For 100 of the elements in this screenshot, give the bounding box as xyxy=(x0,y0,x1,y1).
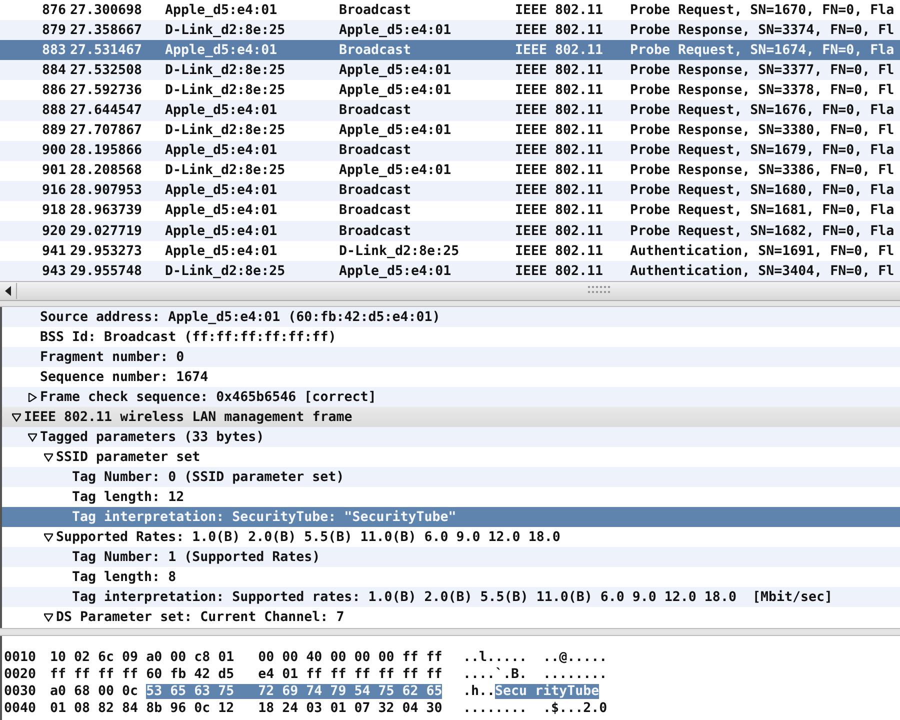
packet-destination: D-Link_d2:8e:25 xyxy=(339,244,460,259)
packet-source: Apple_d5:e4:01 xyxy=(165,224,278,239)
packet-destination: Apple_d5:e4:01 xyxy=(339,22,452,38)
tree-item[interactable]: Tag interpretation: Supported rates: 1.0(B) 2.0(B) 5.5(B) 11.0(B) 6.0 9.0 12.0 18.0 [Mbit/sec] xyxy=(2,587,900,608)
tree-item[interactable]: Fragment number: 0 xyxy=(2,347,900,368)
hex-offset: 0010 xyxy=(4,650,38,666)
packet-source: D-Link_d2:8e:25 xyxy=(165,82,286,98)
packet-info: Probe Request, SN=1680, FN=0, Fla xyxy=(630,183,894,198)
packet-source: D-Link_d2:8e:25 xyxy=(165,62,286,78)
packet-time: 28.963739 xyxy=(70,203,142,218)
packet-row[interactable]: 888 27.644547 Apple_d5:e4:01 Broadcast IEEE 802.11 Probe Request, SN=1676, FN=0, Fla xyxy=(0,100,900,121)
ascii-text: ........ .$...2.0 xyxy=(463,701,608,716)
hex-offset: 0040 xyxy=(4,701,38,716)
packet-info: Probe Request, SN=1670, FN=0, Fla xyxy=(630,2,894,18)
packet-protocol: IEEE 802.11 xyxy=(515,244,604,259)
expander-icon[interactable] xyxy=(44,452,53,462)
packet-row[interactable]: 943 29.955748 D-Link_d2:8e:25 Apple_d5:e4:01 IEEE 802.11 Authentication, SN=3404, FN=0, Fl xyxy=(0,261,900,282)
packet-protocol: IEEE 802.11 xyxy=(515,82,604,98)
tree-item[interactable]: Source address: Apple_d5:e4:01 (60:fb:42:d5:e4:01) xyxy=(2,307,900,328)
packet-time: 29.027719 xyxy=(70,224,142,239)
tree-item[interactable]: Frame check sequence: 0x465b6546 [correct] xyxy=(2,387,900,408)
packet-destination: Broadcast xyxy=(339,103,412,118)
packet-time: 27.644547 xyxy=(70,103,142,118)
horizontal-scrollbar[interactable] xyxy=(0,281,900,302)
packet-time: 27.358667 xyxy=(70,22,142,38)
tree-item[interactable]: Tag Number: 0 (SSID parameter set) xyxy=(2,467,900,488)
packet-number: 918 xyxy=(42,203,66,218)
packet-source: Apple_d5:e4:01 xyxy=(165,2,278,18)
packet-time: 28.907953 xyxy=(70,183,142,198)
packet-protocol: IEEE 802.11 xyxy=(515,42,604,58)
ascii-text: Secu rityTube xyxy=(495,684,600,700)
tree-item[interactable]: Tag interpretation: SecurityTube: "SecurityTube" xyxy=(2,507,900,528)
packet-time: 27.532508 xyxy=(70,62,142,78)
packet-number: 879 xyxy=(42,22,66,38)
packet-row[interactable]: 916 28.907953 Apple_d5:e4:01 Broadcast IEEE 802.11 Probe Request, SN=1680, FN=0, Fla xyxy=(0,180,900,201)
packet-destination: Apple_d5:e4:01 xyxy=(339,62,452,78)
ascii-text: ..l..... ..@..... xyxy=(463,650,608,666)
packet-row[interactable]: 884 27.532508 D-Link_d2:8e:25 Apple_d5:e4:01 IEEE 802.11 Probe Response, SN=3377, FN=0, Fl xyxy=(0,60,900,80)
tree-item[interactable]: Tagged parameters (33 bytes) xyxy=(2,427,900,448)
packet-info: Probe Request, SN=1682, FN=0, Fla xyxy=(630,224,894,239)
packet-time: 27.531467 xyxy=(70,42,142,58)
packet-source: D-Link_d2:8e:25 xyxy=(165,123,286,138)
packet-number: 876 xyxy=(42,2,66,18)
tree-item[interactable]: Tag Number: 1 (Supported Rates) xyxy=(2,547,900,568)
packet-destination: Apple_d5:e4:01 xyxy=(339,264,452,279)
packet-destination: Broadcast xyxy=(339,203,412,218)
packet-destination: Broadcast xyxy=(339,143,412,158)
packet-time: 28.208568 xyxy=(70,163,142,178)
packet-source: Apple_d5:e4:01 xyxy=(165,42,278,58)
packet-info: Probe Response, SN=3380, FN=0, Fl xyxy=(630,123,894,138)
packet-protocol: IEEE 802.11 xyxy=(515,183,604,198)
packet-row[interactable]: 883 27.531467 Apple_d5:e4:01 Broadcast IEEE 802.11 Probe Request, SN=1674, FN=0, Fla xyxy=(0,40,900,60)
ascii-text: .h.. xyxy=(463,684,496,700)
tree-item[interactable]: IEEE 802.11 wireless LAN management frame xyxy=(2,407,900,428)
packet-protocol: IEEE 802.11 xyxy=(515,143,604,158)
packet-destination: Apple_d5:e4:01 xyxy=(339,163,452,178)
packet-number: 889 xyxy=(42,123,66,138)
left-arrow-icon[interactable] xyxy=(4,286,12,296)
packet-info: Probe Request, SN=1681, FN=0, Fla xyxy=(630,203,894,218)
packet-time: 27.707867 xyxy=(70,123,142,138)
packet-protocol: IEEE 802.11 xyxy=(515,203,604,218)
packet-destination: Broadcast xyxy=(339,224,412,239)
packet-source: Apple_d5:e4:01 xyxy=(165,244,278,259)
expander-icon[interactable] xyxy=(28,432,37,442)
packet-row[interactable]: 879 27.358667 D-Link_d2:8e:25 Apple_d5:e4:01 IEEE 802.11 Probe Response, SN=3374, FN=0, Fl xyxy=(0,20,900,40)
hex-offset: 0020 xyxy=(4,667,38,682)
packet-protocol: IEEE 802.11 xyxy=(515,264,604,279)
packet-row[interactable]: 886 27.592736 D-Link_d2:8e:25 Apple_d5:e4:01 IEEE 802.11 Probe Response, SN=3378, FN=0, Fl xyxy=(0,80,900,100)
packet-info: Probe Response, SN=3386, FN=0, Fl xyxy=(630,163,894,178)
hex-bytes: 53 65 63 75 72 69 74 79 54 75 62 65 xyxy=(146,684,442,700)
packet-time: 29.955748 xyxy=(70,264,142,279)
packet-source: D-Link_d2:8e:25 xyxy=(165,22,286,38)
packet-source: Apple_d5:e4:01 xyxy=(165,103,278,118)
packet-number: 916 xyxy=(42,183,66,198)
packet-source: D-Link_d2:8e:25 xyxy=(165,163,286,178)
packet-info: Probe Response, SN=3378, FN=0, Fl xyxy=(630,82,894,98)
packet-source: Apple_d5:e4:01 xyxy=(165,203,278,218)
packet-info: Authentication, SN=1691, FN=0, Fl xyxy=(630,244,894,259)
expander-icon[interactable] xyxy=(12,412,21,422)
expander-icon[interactable] xyxy=(28,392,37,402)
packet-number: 900 xyxy=(42,143,66,158)
hex-bytes: 01 08 82 84 8b 96 0c 12 18 24 03 01 07 32 04 30 xyxy=(50,701,442,716)
packet-source: D-Link_d2:8e:25 xyxy=(165,264,286,279)
packet-destination: Broadcast xyxy=(339,2,412,18)
packet-row[interactable]: 900 28.195866 Apple_d5:e4:01 Broadcast IEEE 802.11 Probe Request, SN=1679, FN=0, Fla xyxy=(0,140,900,161)
packet-number: 941 xyxy=(42,244,66,259)
packet-source: Apple_d5:e4:01 xyxy=(165,143,278,158)
packet-row[interactable]: 920 29.027719 Apple_d5:e4:01 Broadcast IEEE 802.11 Probe Request, SN=1682, FN=0, Fla xyxy=(0,221,900,242)
expander-icon[interactable] xyxy=(44,532,53,542)
hex-bytes: ff ff ff ff 60 fb 42 d5 e4 01 ff ff ff ff ff ff xyxy=(50,667,442,682)
packet-protocol: IEEE 802.11 xyxy=(515,224,604,239)
packet-info: Probe Request, SN=1679, FN=0, Fla xyxy=(630,143,894,158)
packet-time: 27.592736 xyxy=(70,82,142,98)
packet-time: 29.953273 xyxy=(70,244,142,259)
packet-destination: Apple_d5:e4:01 xyxy=(339,82,452,98)
expander-icon[interactable] xyxy=(44,612,53,622)
grip-icon[interactable] xyxy=(588,286,612,294)
packet-destination: Apple_d5:e4:01 xyxy=(339,123,452,138)
packet-info: Probe Response, SN=3374, FN=0, Fl xyxy=(630,22,894,38)
hex-bytes: a0 68 00 0c xyxy=(50,684,138,700)
